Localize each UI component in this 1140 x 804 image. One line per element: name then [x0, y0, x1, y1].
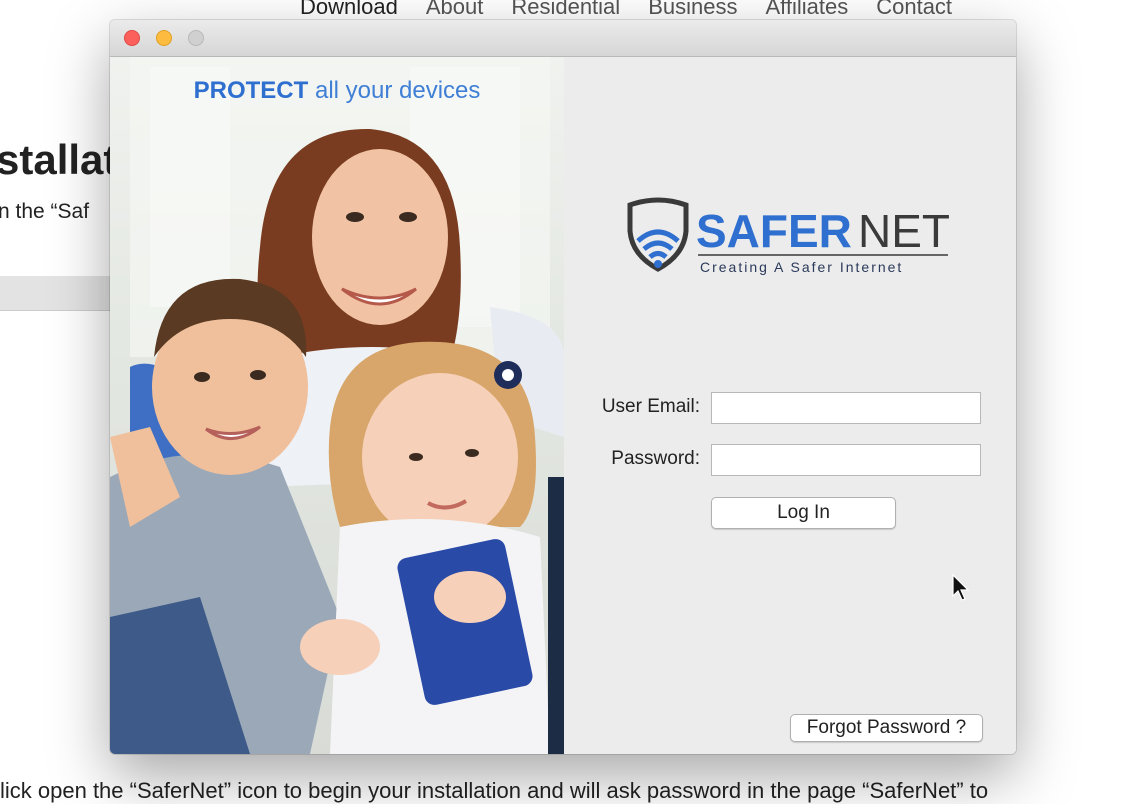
title-bar[interactable] [110, 20, 1016, 57]
zoom-button[interactable] [188, 30, 204, 46]
nav-residential[interactable]: Residential [511, 0, 620, 20]
nav-business[interactable]: Business [648, 0, 737, 20]
nav-contact[interactable]: Contact [876, 0, 952, 20]
email-label: User Email: [601, 396, 700, 417]
close-button[interactable] [124, 30, 140, 46]
family-illustration [110, 57, 564, 754]
login-button[interactable]: Log In [711, 497, 896, 529]
password-field[interactable] [711, 444, 981, 476]
background-bottom-text: lick open the “SaferNet” icon to begin y… [0, 778, 989, 803]
safernet-logo: SAFER NET Creating A Safer Internet [627, 197, 950, 275]
background-nav: Download About Residential Business Affi… [300, 0, 952, 20]
promo-headline: PROTECT all your devices [110, 77, 564, 105]
background-bar [0, 276, 112, 311]
password-label: Password: [611, 448, 700, 469]
background-heading: stallat [0, 136, 118, 183]
minimize-button[interactable] [156, 30, 172, 46]
shield-wifi-icon [627, 197, 689, 272]
login-panel: SAFER NET Creating A Safer Internet User… [564, 57, 1016, 754]
logo-brand-safer: SAFER [696, 205, 852, 257]
forgot-password-button[interactable]: Forgot Password ? [790, 714, 983, 742]
promo-headline-bold: PROTECT [193, 77, 309, 104]
logo-brand-net: NET [858, 205, 950, 257]
login-window: PROTECT all your devices SAFER NET Creat… [110, 20, 1016, 754]
nav-about[interactable]: About [426, 0, 484, 20]
background-text: n the “Saf [0, 200, 90, 223]
promo-image: PROTECT all your devices [110, 57, 564, 754]
nav-download[interactable]: Download [300, 0, 398, 20]
nav-affiliates[interactable]: Affiliates [765, 0, 848, 20]
promo-headline-rest: all your devices [308, 77, 481, 104]
logo-tagline: Creating A Safer Internet [700, 259, 903, 275]
mouse-cursor-icon [952, 574, 970, 601]
email-field[interactable] [711, 392, 981, 424]
